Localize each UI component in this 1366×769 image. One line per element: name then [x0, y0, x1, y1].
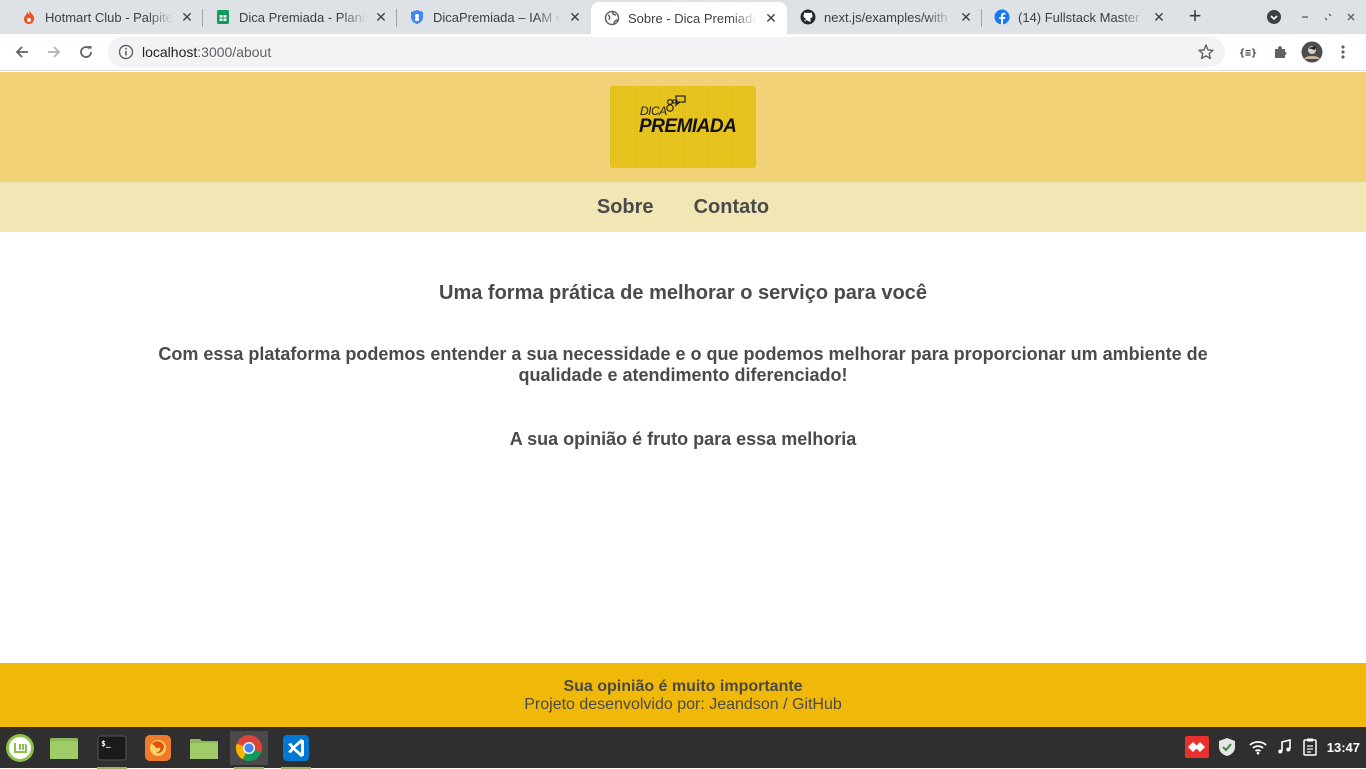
forward-arrow-icon[interactable] [42, 40, 66, 64]
show-desktop-folder-icon[interactable] [45, 731, 83, 765]
files-folder-icon[interactable] [185, 731, 223, 765]
close-tab-icon[interactable]: ✕ [373, 9, 389, 25]
close-window-icon[interactable] [1342, 8, 1360, 26]
browser-toolbar: localhost:3000/about {≡} [0, 34, 1366, 71]
tab-hotmart[interactable]: Hotmart Club - Palpite ✕ [8, 0, 203, 34]
svg-text:$_: $_ [101, 739, 111, 748]
tab-sheets[interactable]: Dica Premiada - Planilh ✕ [202, 0, 397, 34]
close-tab-icon[interactable]: ✕ [1151, 9, 1167, 25]
mint-menu-icon[interactable] [1, 731, 39, 765]
hotmart-flame-icon [21, 9, 37, 25]
os-taskbar: $_ 13:47 [0, 727, 1366, 769]
taskbar-clock[interactable]: 13:47 [1327, 740, 1360, 755]
facebook-icon [994, 9, 1010, 25]
wifi-tray-icon[interactable] [1248, 737, 1268, 757]
extensions-puzzle-icon[interactable] [1270, 42, 1290, 62]
site-info-icon[interactable] [118, 44, 134, 65]
footer-credit: Projeto desenvolvido por: Jeandson / Git… [524, 696, 842, 713]
tab-gcloud-iam[interactable]: DicaPremiada – IAM e ✕ [396, 0, 591, 34]
url-host: localhost [142, 44, 198, 60]
github-icon [800, 9, 816, 25]
url-path: :3000/about [197, 44, 272, 60]
footer-title: Sua opinião é muito importante [563, 678, 803, 695]
minimize-icon[interactable] [1296, 8, 1314, 26]
chrome-menu-icon[interactable] [1333, 42, 1353, 62]
profile-avatar[interactable] [1300, 40, 1324, 64]
site-header: DICA PREMIADA [0, 72, 1366, 182]
new-tab-button[interactable]: + [1183, 5, 1207, 29]
json-viewer-extension-icon[interactable]: {≡} [1238, 42, 1258, 62]
about-closing-text: A sua opinião é fruto para essa melhoria [509, 429, 857, 449]
tab-title: (14) Fullstack Master - [1018, 9, 1145, 25]
reload-icon[interactable] [74, 40, 98, 64]
terminal-icon[interactable]: $_ [93, 731, 131, 769]
nav-link-contato[interactable]: Contato [694, 196, 770, 219]
anydesk-tray-icon[interactable] [1185, 736, 1209, 758]
about-paragraph: Com essa plataforma podemos entender a s… [158, 344, 1208, 385]
shield-check-tray-icon[interactable] [1217, 737, 1237, 757]
close-tab-icon[interactable]: ✕ [567, 9, 583, 25]
close-tab-icon[interactable]: ✕ [179, 9, 195, 25]
address-bar[interactable]: localhost:3000/about [108, 37, 1225, 67]
tab-title: Hotmart Club - Palpite [45, 9, 173, 25]
close-tab-icon[interactable]: ✕ [763, 10, 779, 26]
tab-facebook[interactable]: (14) Fullstack Master - ✕ [981, 0, 1175, 34]
chrome-taskbar-icon[interactable] [230, 731, 268, 769]
tab-title: Sobre - Dica Premiada [628, 10, 757, 26]
restore-icon[interactable] [1319, 8, 1337, 26]
globe-icon [604, 10, 620, 26]
clipboard-tray-icon[interactable] [1300, 737, 1320, 757]
site-nav: Sobre Contato [0, 182, 1366, 232]
back-arrow-icon[interactable] [10, 40, 34, 64]
about-heading: Uma forma prática de melhorar o serviço … [439, 282, 927, 304]
tab-title: next.js/examples/with [824, 9, 948, 25]
gcloud-shield-icon [409, 9, 425, 25]
url-text: localhost:3000/about [142, 44, 271, 60]
vscode-icon[interactable] [277, 731, 315, 769]
close-tab-icon[interactable]: ✕ [958, 9, 974, 25]
dica-premiada-logo[interactable]: DICA PREMIADA [610, 86, 756, 168]
logo-text-bottom: PREMIADA [639, 116, 737, 137]
tab-sobre-active[interactable]: Sobre - Dica Premiada ✕ [591, 2, 787, 34]
tab-github[interactable]: next.js/examples/with ✕ [787, 0, 982, 34]
bookmark-star-icon[interactable] [1197, 43, 1215, 66]
tab-search-icon[interactable] [1265, 8, 1283, 26]
sheets-icon [215, 9, 231, 25]
firefox-icon[interactable] [139, 731, 177, 765]
music-note-tray-icon[interactable] [1274, 737, 1294, 757]
tab-title: Dica Premiada - Planilh [239, 9, 367, 25]
browser-tab-strip: Hotmart Club - Palpite ✕ Dica Premiada -… [0, 0, 1366, 34]
site-footer: Sua opinião é muito importante Projeto d… [0, 663, 1366, 727]
tab-title: DicaPremiada – IAM e [433, 9, 561, 25]
about-content: Uma forma prática de melhorar o serviço … [0, 232, 1366, 663]
nav-link-sobre[interactable]: Sobre [597, 196, 654, 219]
svg-text:{≡}: {≡} [1239, 48, 1257, 59]
